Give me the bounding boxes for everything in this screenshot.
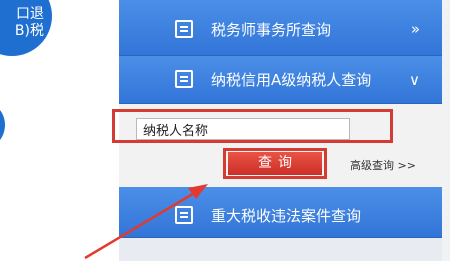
- arrow-head: [188, 184, 208, 199]
- annotation-arrow: [84, 184, 208, 260]
- arrow-shaft: [84, 190, 197, 260]
